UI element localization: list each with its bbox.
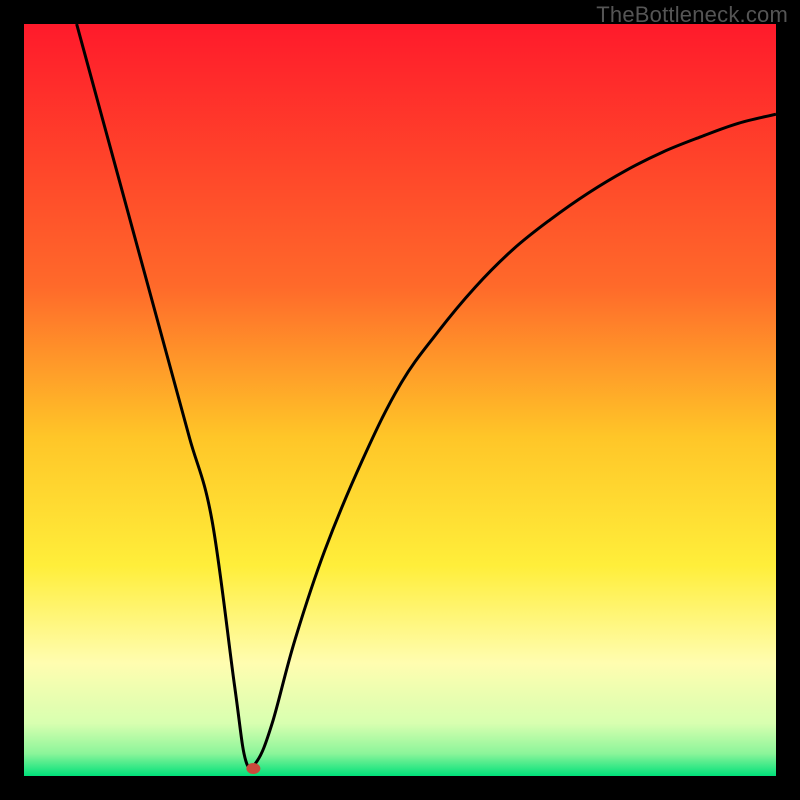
bottleneck-chart (24, 24, 776, 776)
plot-area (24, 24, 776, 776)
optimum-marker (246, 763, 260, 774)
chart-frame: TheBottleneck.com (0, 0, 800, 800)
watermark-text: TheBottleneck.com (596, 2, 788, 28)
gradient-background (24, 24, 776, 776)
